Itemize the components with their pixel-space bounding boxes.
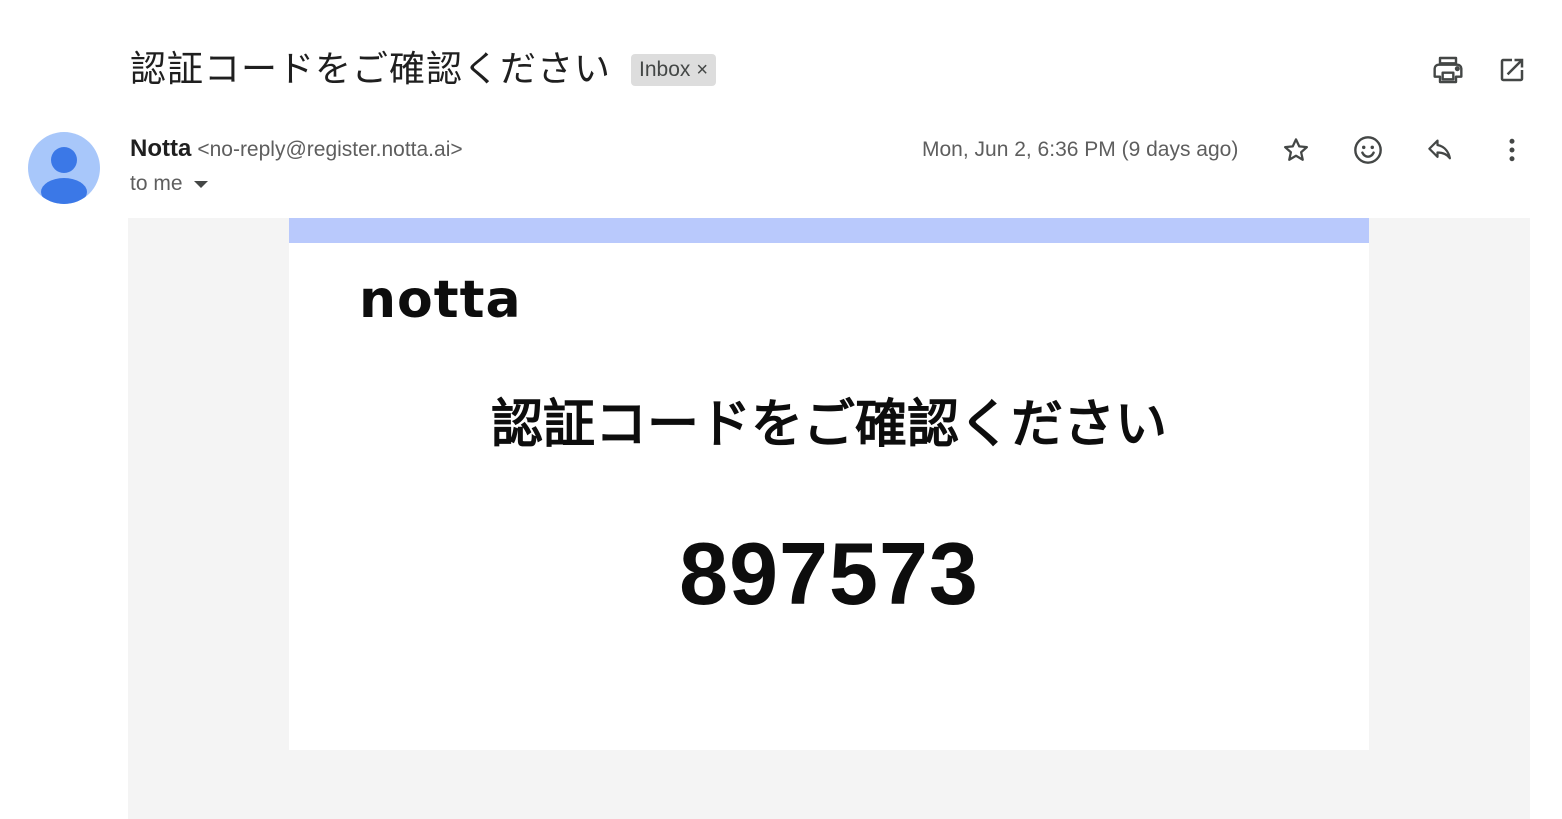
email-date: Mon, Jun 2, 6:36 PM (9 days ago) bbox=[922, 138, 1239, 161]
inbox-label-chip[interactable]: Inbox × bbox=[631, 54, 717, 86]
open-in-new-window-icon bbox=[1500, 58, 1524, 82]
more-options-button[interactable] bbox=[1494, 132, 1530, 168]
print-icon bbox=[1433, 56, 1463, 84]
email-subject: 認証コードをご確認ください bbox=[130, 49, 612, 90]
person-icon bbox=[41, 147, 87, 204]
chevron-down-icon bbox=[193, 172, 209, 196]
email-view: 認証コードをご確認ください Inbox × Notta <no-reply@reg… bbox=[0, 0, 1562, 819]
print-all-button[interactable] bbox=[1430, 52, 1466, 88]
email-heading: 認証コードをご確認ください bbox=[490, 395, 1167, 455]
email-content-card: notta 認証コードをご確認ください 897573 bbox=[289, 218, 1369, 750]
thread-actions bbox=[1430, 52, 1530, 88]
notta-logo: notta bbox=[359, 270, 522, 330]
recipient-text: to me bbox=[130, 172, 183, 195]
add-reaction-button[interactable] bbox=[1350, 132, 1386, 168]
sender-email: <no-reply@register.notta.ai> bbox=[197, 138, 463, 161]
verification-code: 897573 bbox=[679, 524, 979, 623]
reply-icon bbox=[1428, 139, 1451, 160]
sender-name[interactable]: Notta bbox=[130, 135, 191, 162]
star-icon bbox=[1284, 138, 1308, 161]
open-in-new-window-button[interactable] bbox=[1494, 52, 1530, 88]
subject-row: 認証コードをご確認ください Inbox × bbox=[130, 44, 717, 96]
accent-bar bbox=[289, 218, 1369, 243]
sender-line: Notta <no-reply@register.notta.ai> bbox=[130, 134, 463, 165]
sender-avatar[interactable] bbox=[28, 132, 100, 204]
remove-label-button[interactable]: × bbox=[696, 59, 708, 82]
inbox-label-text: Inbox bbox=[639, 58, 691, 81]
reply-button[interactable] bbox=[1422, 132, 1458, 168]
message-actions bbox=[1278, 132, 1530, 168]
star-button[interactable] bbox=[1278, 132, 1314, 168]
emoji-reaction-icon bbox=[1354, 136, 1382, 164]
more-vert-icon bbox=[1509, 138, 1515, 162]
recipient-details-toggle[interactable]: to me bbox=[130, 172, 209, 196]
